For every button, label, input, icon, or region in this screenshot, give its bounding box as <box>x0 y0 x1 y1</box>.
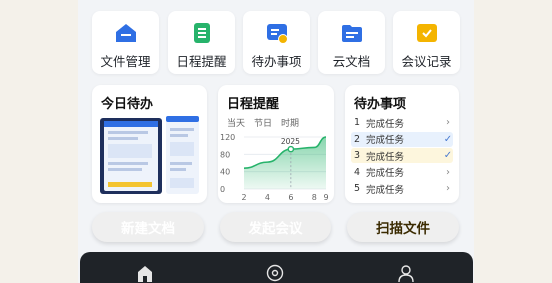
filter-tab-holiday[interactable]: 节日 <box>254 116 272 129</box>
x-tick-label: 9 <box>324 193 329 202</box>
filter-tab-today[interactable]: 当天 <box>227 116 245 129</box>
schedule-reminder-card[interactable]: 日程提醒 当天 节日 时期 120 80 40 0 2 4 6 8 9 2025 <box>218 85 334 203</box>
chevron-right-icon: › <box>446 183 450 194</box>
x-tick-label: 6 <box>288 193 293 202</box>
todo-item[interactable]: 1 完成任务 › <box>351 115 453 130</box>
tile-label: 待办事项 <box>251 54 302 69</box>
tile-label: 会议记录 <box>401 54 452 69</box>
chevron-right-icon: › <box>446 166 450 178</box>
profile-icon[interactable] <box>397 264 415 282</box>
y-tick-label: 40 <box>220 168 230 177</box>
todo-item-text: 完成任务 <box>366 168 405 179</box>
todo-item-number: 4 <box>354 166 361 178</box>
x-tick-label: 8 <box>312 193 317 202</box>
todo-item[interactable]: 3 完成任务 ✓ <box>351 148 453 163</box>
check-note-icon <box>416 24 437 42</box>
tile-todo[interactable]: 待办事项 <box>243 11 310 74</box>
y-tick-label: 80 <box>220 150 230 159</box>
todo-item[interactable]: 4 完成任务 › <box>351 164 453 180</box>
card-title: 今日待办 <box>101 97 154 112</box>
scan-file-button[interactable]: 扫描文件 <box>347 212 459 242</box>
card-title: 待办事项 <box>354 97 407 112</box>
x-tick-label: 2 <box>242 193 247 202</box>
tile-label: 日程提醒 <box>176 54 227 69</box>
card-title: 日程提醒 <box>227 97 280 112</box>
check-icon: ✓ <box>443 150 453 161</box>
start-meeting-button[interactable]: 发起会议 <box>220 212 331 242</box>
home-icon[interactable] <box>136 264 154 282</box>
folder-home-icon <box>115 24 136 42</box>
todo-item-number: 1 <box>354 117 361 128</box>
todo-item[interactable]: 5 完成任务 › <box>351 181 453 196</box>
todo-item[interactable]: 2 完成任务 ✓ <box>351 131 453 147</box>
todo-item-text: 完成任务 <box>366 184 405 196</box>
y-tick-label: 0 <box>220 185 225 194</box>
highlight-label: 2025 <box>281 137 300 146</box>
bottom-nav-bar <box>80 252 473 283</box>
todo-item-number: 5 <box>354 183 361 194</box>
document-preview-illustration <box>100 116 199 194</box>
todo-item-number: 3 <box>354 150 361 161</box>
todo-item-text: 完成任务 <box>366 135 405 146</box>
new-document-button[interactable]: 新建文档 <box>92 212 204 242</box>
today-todo-card[interactable]: 今日待办 <box>92 85 207 203</box>
filter-tab-period[interactable]: 时期 <box>281 116 299 129</box>
tile-file-management[interactable]: 文件管理 <box>92 11 159 74</box>
todo-item-text: 完成任务 <box>366 151 405 163</box>
cloud-folder-icon <box>341 25 362 42</box>
discover-icon[interactable] <box>266 264 284 282</box>
chevron-right-icon: › <box>446 117 450 128</box>
tile-label: 云文档 <box>332 54 371 69</box>
schedule-area-chart: 120 80 40 0 2 4 6 8 9 2025 <box>220 133 329 202</box>
tile-label: 文件管理 <box>100 54 151 69</box>
tile-schedule-reminder[interactable]: 日程提醒 <box>168 11 235 74</box>
todo-item-text: 完成任务 <box>366 118 405 130</box>
y-tick-label: 120 <box>220 133 235 142</box>
x-tick-label: 4 <box>265 193 270 202</box>
tile-cloud-docs[interactable]: 云文档 <box>318 11 385 74</box>
document-list-icon <box>193 23 210 43</box>
todo-item-number: 2 <box>354 133 361 145</box>
highlight-point <box>287 145 295 153</box>
check-icon: ✓ <box>443 133 453 145</box>
tile-meeting-notes[interactable]: 会议记录 <box>393 11 460 74</box>
filter-tabs: 当天 节日 时期 <box>227 116 299 129</box>
todo-clock-icon <box>266 24 288 44</box>
todo-items-card[interactable]: 待办事项 1 完成任务 › 2 完成任务 ✓ 3 完成任务 ✓ 4 完成任务 › 5 完成任务 › <box>345 85 459 203</box>
